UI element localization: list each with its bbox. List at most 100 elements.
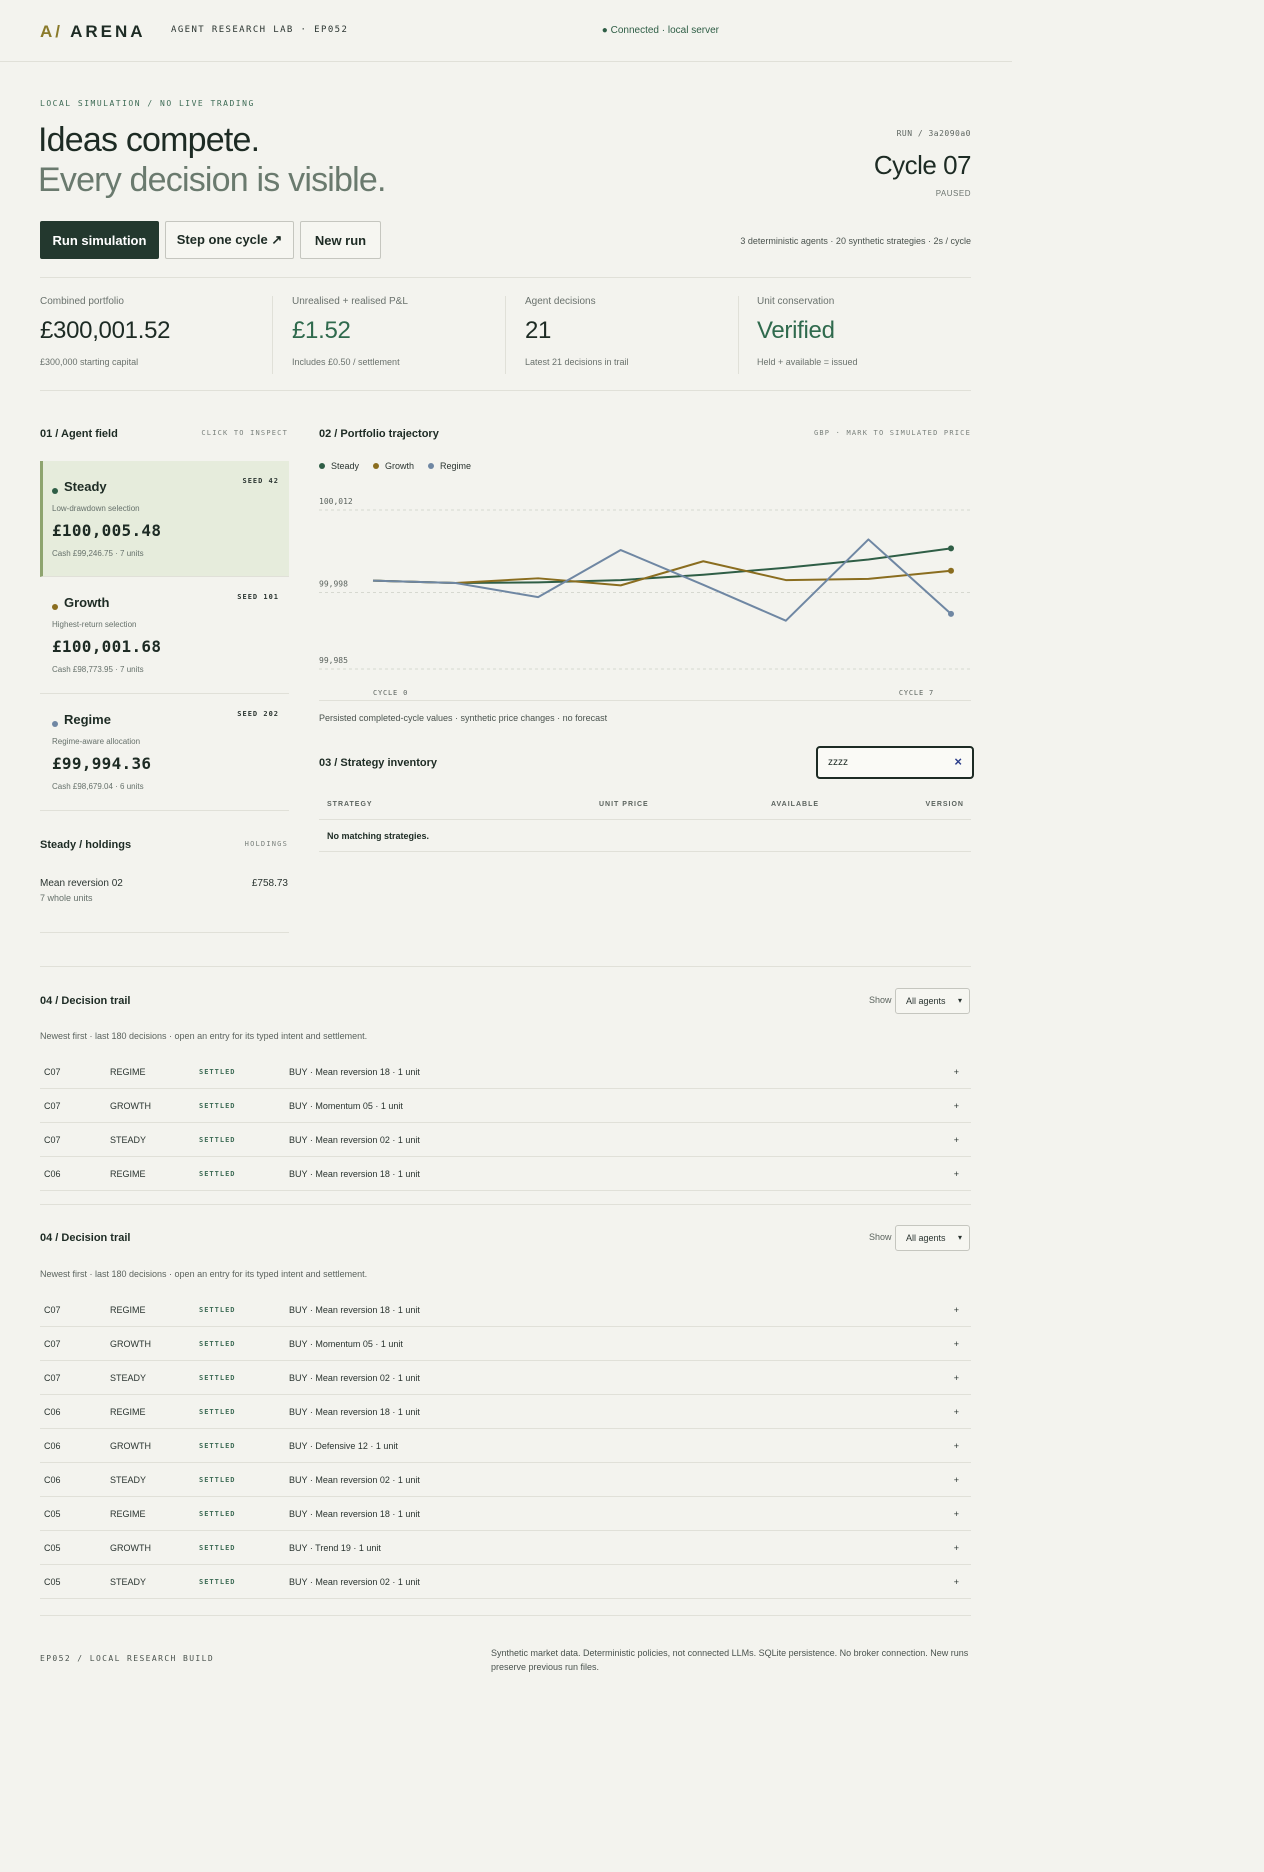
decision-action: BUY · Mean reversion 18 · 1 unit	[289, 1169, 420, 1179]
decision-action: BUY · Mean reversion 02 · 1 unit	[289, 1475, 420, 1485]
stat-sub: £300,000 starting capital	[40, 357, 139, 367]
decision-status: SETTLED	[199, 1408, 236, 1416]
decision-trail-note: Newest first · last 180 decisions · open…	[40, 1269, 368, 1279]
chart-legend: Steady Growth Regime	[319, 461, 471, 471]
expand-icon[interactable]: +	[954, 1373, 959, 1383]
decision-agent: STEADY	[110, 1373, 147, 1383]
column-header-version[interactable]: VERSION	[925, 801, 964, 808]
cycle-number: Cycle 07	[873, 150, 972, 180]
expand-icon[interactable]: +	[954, 1407, 959, 1417]
decision-trail-title: 04 / Decision trail	[40, 1232, 131, 1244]
legend-item-growth[interactable]: Growth	[373, 461, 414, 471]
legend-item-regime[interactable]: Regime	[428, 461, 471, 471]
new-run-button[interactable]: New run	[300, 221, 381, 259]
expand-icon[interactable]: +	[954, 1169, 959, 1179]
decision-cycle: C07	[44, 1373, 61, 1383]
decision-status: SETTLED	[199, 1102, 236, 1110]
decision-row[interactable]: C07 STEADY SETTLED BUY · Mean reversion 02 …	[40, 1123, 971, 1157]
run-id: RUN / 3a2090a0	[896, 129, 971, 138]
stat-sub: Held + available = issued	[757, 357, 858, 367]
decision-cycle: C05	[44, 1577, 61, 1587]
decision-row[interactable]: C06 REGIME SETTLED BUY · Mean reversion 18 …	[40, 1157, 971, 1191]
decision-action: BUY · Mean reversion 02 · 1 unit	[289, 1373, 420, 1383]
agent-filter-select[interactable]: All agents ▾	[895, 988, 970, 1014]
decision-row[interactable]: C06 GROWTH SETTLED BUY · Defensive 12 · 1 u…	[40, 1429, 971, 1463]
holdings-hint: HOLDINGS	[244, 840, 288, 848]
agent-description: Regime-aware allocation	[52, 737, 141, 746]
decision-agent: REGIME	[110, 1407, 146, 1417]
column-header-unit-price[interactable]: UNIT PRICE	[599, 801, 649, 808]
column-header-strategy[interactable]: STRATEGY	[327, 801, 373, 808]
legend-dot	[428, 463, 435, 469]
decision-status: SETTLED	[199, 1340, 236, 1348]
decision-row[interactable]: C05 REGIME SETTLED BUY · Mean reversion 18 …	[40, 1497, 971, 1531]
expand-icon[interactable]: +	[954, 1577, 959, 1587]
decision-action: BUY · Momentum 05 · 1 unit	[289, 1339, 403, 1349]
run-simulation-button[interactable]: Run simulation	[40, 221, 159, 259]
holding-units: 7 whole units	[40, 893, 93, 903]
stat-value: £300,001.52	[40, 317, 171, 344]
expand-icon[interactable]: +	[954, 1543, 959, 1553]
decision-cycle: C05	[44, 1543, 61, 1553]
decision-cycle: C07	[44, 1067, 61, 1077]
expand-icon[interactable]: +	[954, 1101, 959, 1111]
decision-cycle: C06	[44, 1441, 61, 1451]
agent-description: Highest-return selection	[52, 620, 137, 629]
legend-item-steady[interactable]: Steady	[319, 461, 359, 471]
decision-row[interactable]: C06 STEADY SETTLED BUY · Mean reversion 02 …	[40, 1463, 971, 1497]
legend-label: Steady	[331, 461, 360, 471]
expand-icon[interactable]: +	[954, 1305, 959, 1315]
decision-row[interactable]: C06 REGIME SETTLED BUY · Mean reversion 18 …	[40, 1395, 971, 1429]
decision-status: SETTLED	[199, 1306, 236, 1314]
chevron-down-icon: ▾	[957, 996, 962, 1005]
divider	[40, 966, 971, 967]
expand-icon[interactable]: +	[954, 1441, 959, 1451]
decision-row[interactable]: C05 STEADY SETTLED BUY · Mean reversion 02 …	[40, 1565, 971, 1599]
empty-state: No matching strategies.	[327, 831, 430, 841]
clear-icon[interactable]: ×	[954, 754, 962, 769]
decision-status: SETTLED	[199, 1442, 236, 1450]
stat-pnl: Unrealised + realised P&L £1.52 Includes…	[292, 296, 408, 376]
agent-field-title: 01 / Agent field	[40, 428, 118, 440]
stat-agent-decisions: Agent decisions 21 Latest 21 decisions i…	[525, 296, 629, 376]
decision-row[interactable]: C07 STEADY SETTLED BUY · Mean reversion 02 …	[40, 1361, 971, 1395]
agent-cash: Cash £98,773.95 · 7 units	[52, 665, 144, 674]
strategy-search-input[interactable]: zzzz ×	[816, 746, 974, 779]
expand-icon[interactable]: +	[954, 1135, 959, 1145]
agent-card-steady[interactable]: Steady SEED 42 Low-drawdown selection £1…	[40, 461, 289, 577]
divider	[272, 296, 273, 374]
agent-card-regime[interactable]: Regime SEED 202 Regime-aware allocation …	[40, 694, 289, 811]
series-line-steady	[372, 547, 952, 585]
decision-row[interactable]: C07 GROWTH SETTLED BUY · Momentum 05 · 1 un…	[40, 1327, 971, 1361]
decision-cycle: C07	[44, 1339, 61, 1349]
agent-card-growth[interactable]: Growth SEED 101 Highest-return selection…	[40, 577, 289, 694]
agent-amount: £100,001.68	[52, 637, 162, 656]
filter-label: Show	[869, 995, 892, 1005]
expand-icon[interactable]: +	[954, 1339, 959, 1349]
trajectory-hint: GBP · MARK TO SIMULATED PRICE	[813, 429, 971, 437]
filter-label: Show	[869, 1232, 892, 1242]
x-tick-label: CYCLE 0	[373, 689, 408, 697]
decision-action: BUY · Mean reversion 02 · 1 unit	[289, 1135, 420, 1145]
decision-row[interactable]: C05 GROWTH SETTLED BUY · Trend 19 · 1 unit +	[40, 1531, 971, 1565]
search-value: zzzz	[828, 757, 848, 768]
step-cycle-button[interactable]: Step one cycle ↗	[165, 221, 294, 259]
decision-action: BUY · Trend 19 · 1 unit	[289, 1543, 381, 1553]
column-header-available[interactable]: AVAILABLE	[771, 801, 819, 808]
hero-eyebrow: LOCAL SIMULATION / NO LIVE TRADING	[40, 99, 255, 108]
decision-row[interactable]: C07 REGIME SETTLED BUY · Mean reversion 18 …	[40, 1293, 971, 1327]
decision-row[interactable]: C07 GROWTH SETTLED BUY · Momentum 05 · 1 un…	[40, 1089, 971, 1123]
expand-icon[interactable]: +	[954, 1475, 959, 1485]
agent-amount: £100,005.48	[52, 521, 162, 540]
decision-row[interactable]: C07 REGIME SETTLED BUY · Mean reversion 18 …	[40, 1055, 971, 1089]
logo[interactable]: A/ ARENA	[40, 22, 146, 42]
select-value: All agents	[906, 1233, 946, 1243]
series-end-point-growth	[948, 567, 954, 574]
agent-filter-select[interactable]: All agents ▾	[895, 1225, 970, 1251]
expand-icon[interactable]: +	[954, 1067, 959, 1077]
expand-icon[interactable]: +	[954, 1509, 959, 1519]
decision-agent: STEADY	[110, 1577, 147, 1587]
decision-action: BUY · Mean reversion 18 · 1 unit	[289, 1407, 420, 1417]
inventory-title: 03 / Strategy inventory	[319, 757, 437, 769]
decision-agent: GROWTH	[110, 1441, 151, 1451]
